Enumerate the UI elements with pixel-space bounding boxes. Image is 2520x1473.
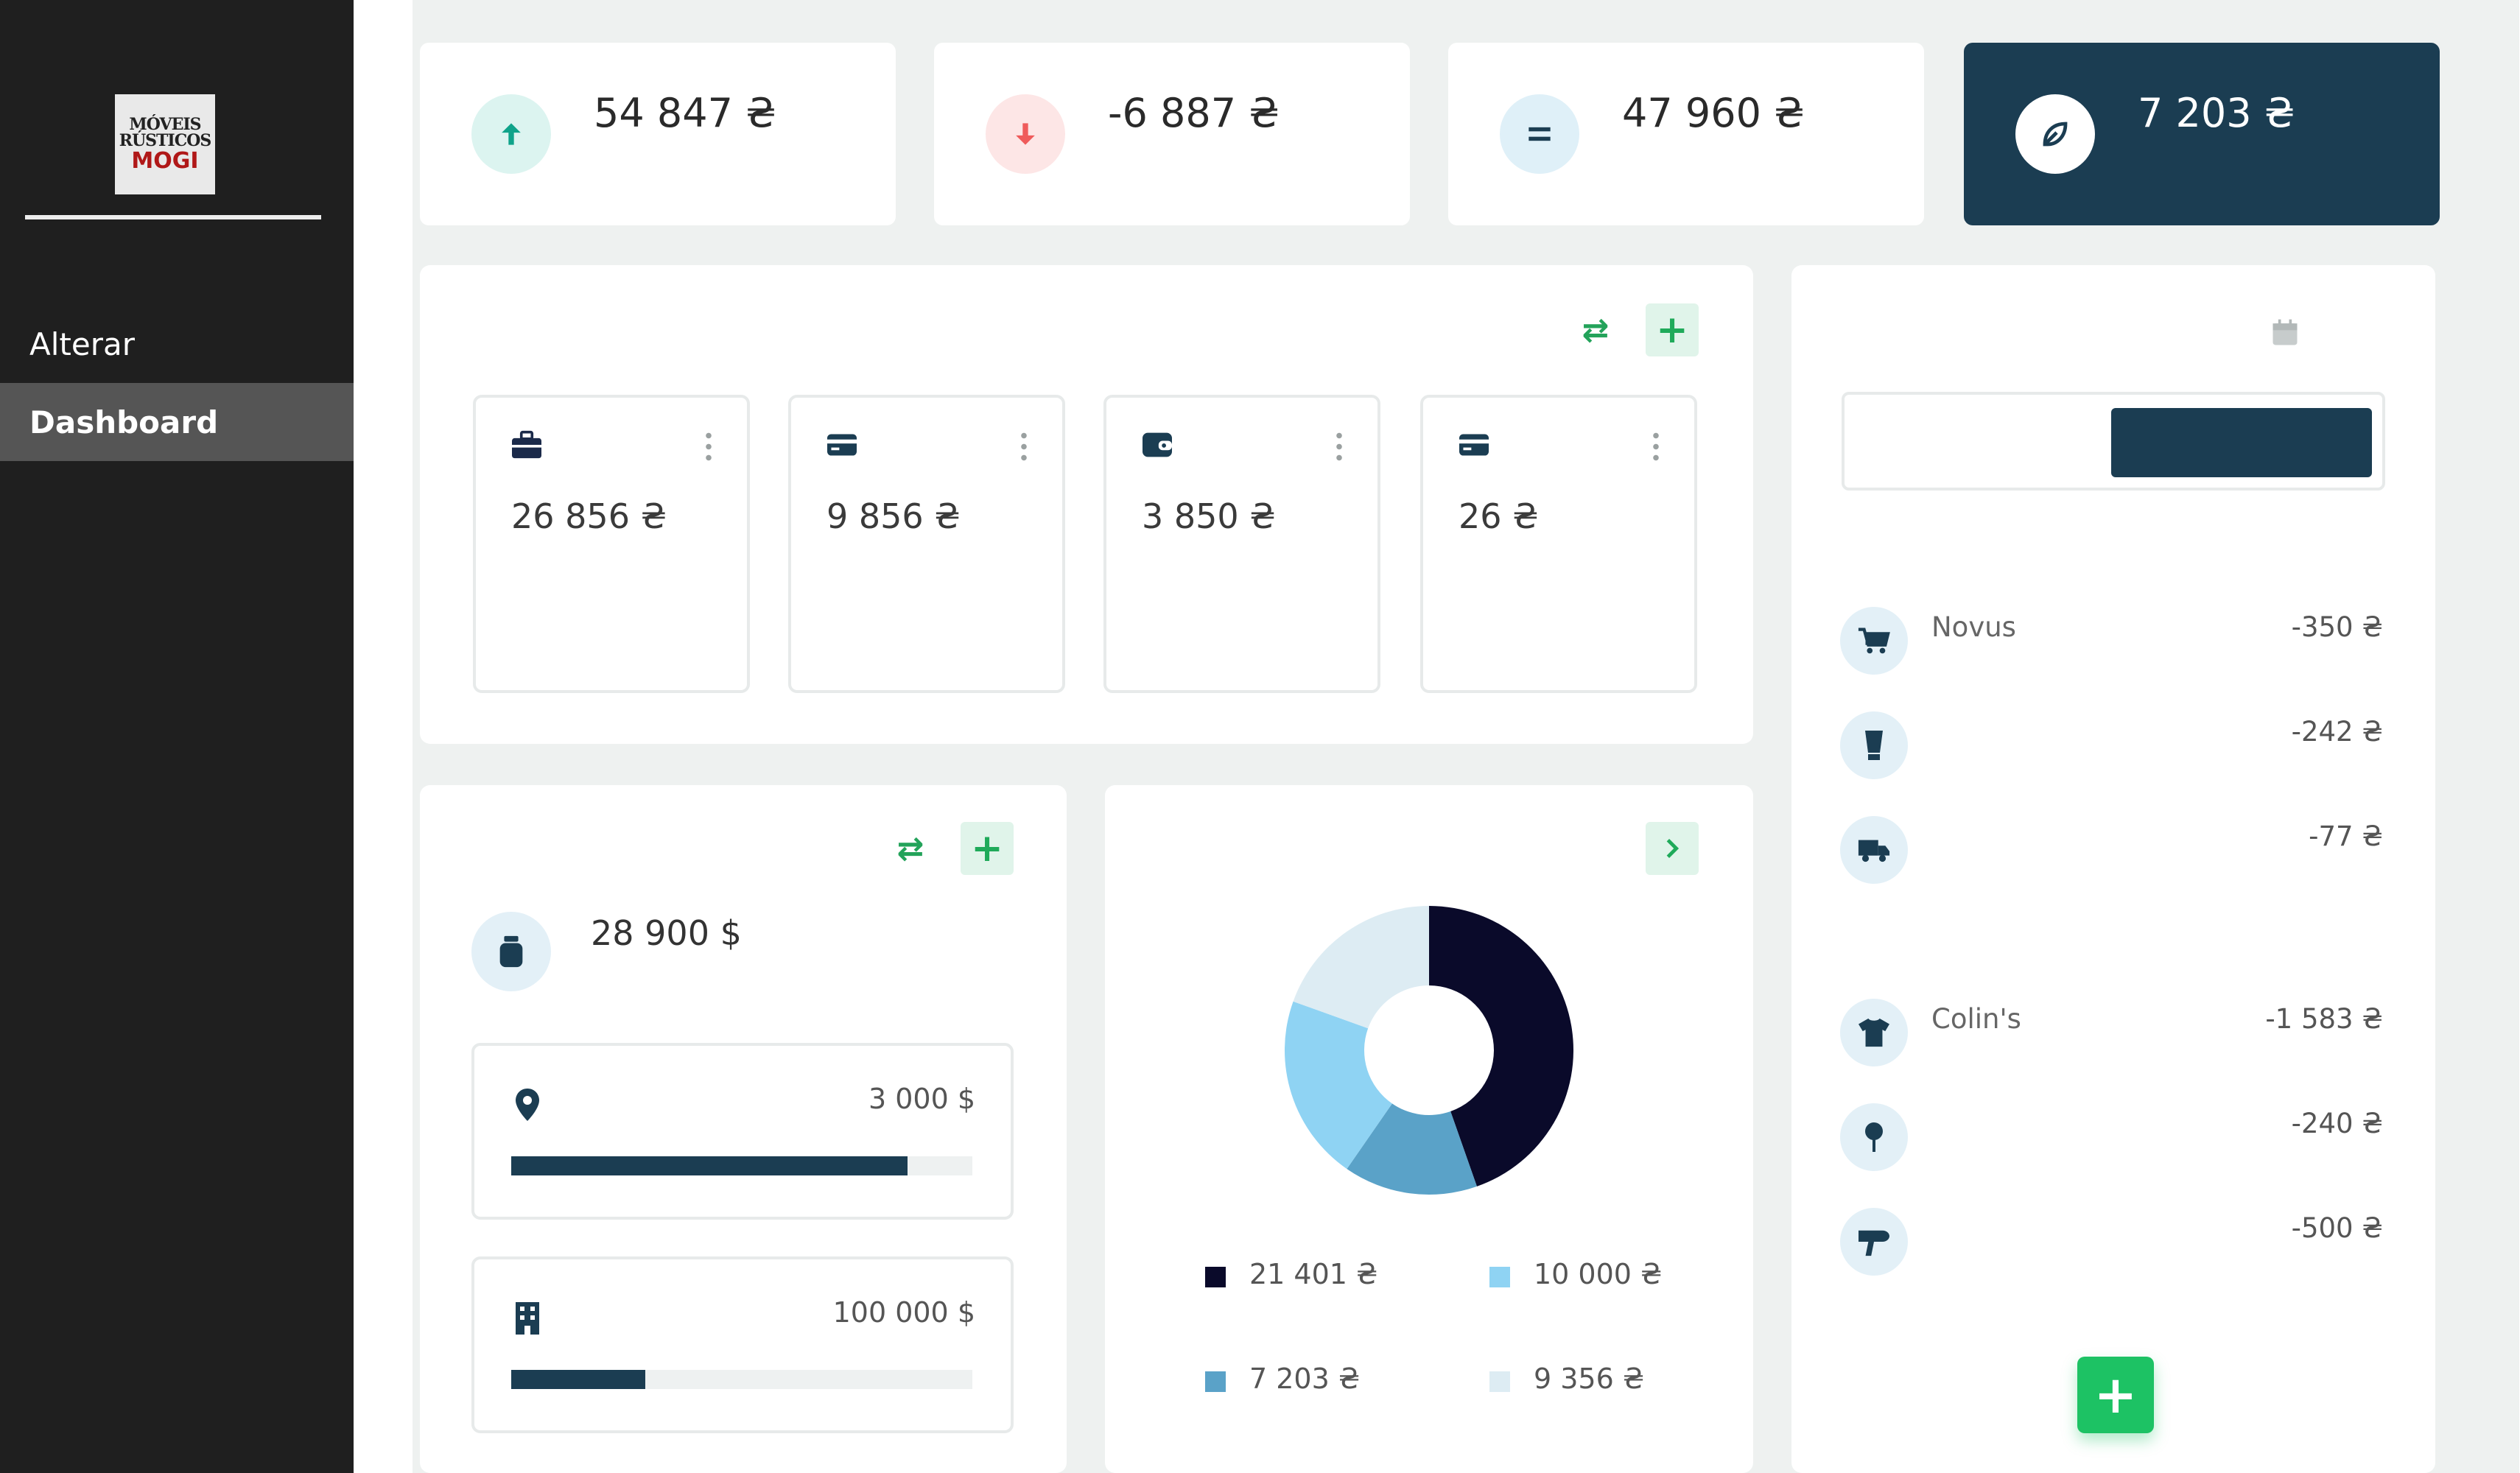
- account-balance: 26 856 ₴: [511, 496, 667, 536]
- transaction-amount: -77 ₴: [2309, 820, 2383, 852]
- stat-value: -6 887 ₴: [1108, 90, 1280, 136]
- transaction-amount: -1 583 ₴: [2265, 1003, 2383, 1035]
- savings-goal[interactable]: 100 000 $: [471, 1256, 1014, 1433]
- hair-dryer-icon: [1840, 1208, 1908, 1276]
- more-options-icon[interactable]: [1021, 430, 1027, 463]
- account-balance: 9 856 ₴: [826, 496, 961, 536]
- sidebar: MÓVEIS RÚSTICOS MOGI Alterar Dashboard: [0, 0, 354, 1473]
- more-options-icon[interactable]: [706, 430, 712, 463]
- stat-value: 47 960 ₴: [1622, 90, 1805, 136]
- sidebar-item-alterar[interactable]: Alterar: [0, 305, 354, 383]
- legend-swatch: [1205, 1267, 1226, 1287]
- shirt-icon: [1840, 999, 1908, 1066]
- card-icon: [1459, 434, 1489, 456]
- savings-goal[interactable]: 3 000 $: [471, 1043, 1014, 1220]
- truck-icon: [1840, 816, 1908, 884]
- calendar-icon[interactable]: [2269, 317, 2301, 349]
- stat-card-balance: 47 960 ₴: [1448, 43, 1924, 225]
- transaction-amount: -242 ₴: [2291, 716, 2383, 748]
- expense-donut-chart: [1285, 906, 1573, 1195]
- goal-progress-track: [511, 1156, 972, 1175]
- goal-progress-fill: [511, 1370, 645, 1389]
- legend-swatch: [1489, 1267, 1510, 1287]
- stat-card-savings: 7 203 ₴: [1964, 43, 2440, 225]
- transaction-amount: -500 ₴: [2291, 1212, 2383, 1244]
- chevron-right-icon[interactable]: [1646, 822, 1699, 875]
- swap-icon[interactable]: ⇄: [884, 822, 937, 875]
- add-goal-button[interactable]: +: [961, 822, 1014, 875]
- account-balance: 3 850 ₴: [1142, 496, 1276, 536]
- savings-total: 28 900 $: [591, 913, 742, 953]
- building-icon: [516, 1302, 539, 1335]
- legend-value: 9 356 ₴: [1534, 1363, 1645, 1395]
- period-toggle: [1842, 392, 2385, 491]
- cup-icon: [1840, 711, 1908, 779]
- brand-logo: MÓVEIS RÚSTICOS MOGI: [115, 94, 215, 194]
- pin-icon: [1840, 1103, 1908, 1171]
- account-tile[interactable]: 26 ₴: [1420, 395, 1697, 693]
- legend-swatch: [1205, 1371, 1226, 1392]
- stat-value: 7 203 ₴: [2138, 90, 2295, 136]
- wallet-icon: [1143, 432, 1172, 457]
- arrow-up-icon: [471, 94, 551, 174]
- briefcase-icon: [512, 430, 541, 459]
- stat-card-income: 54 847 ₴: [420, 43, 896, 225]
- transaction-amount: -240 ₴: [2291, 1108, 2383, 1139]
- goal-progress-fill: [511, 1156, 908, 1175]
- account-tile[interactable]: 9 856 ₴: [788, 395, 1065, 693]
- equals-icon: [1500, 94, 1579, 174]
- logo-line-1: MÓVEIS: [129, 115, 201, 134]
- card-icon: [827, 434, 857, 456]
- legend-value: 10 000 ₴: [1534, 1258, 1663, 1290]
- leaf-icon: [2015, 94, 2095, 174]
- account-balance: 26 ₴: [1459, 496, 1539, 536]
- sidebar-item-dashboard[interactable]: Dashboard: [0, 383, 354, 461]
- goal-progress-track: [511, 1370, 972, 1389]
- arrow-down-icon: [986, 94, 1065, 174]
- cart-icon: [1840, 607, 1908, 675]
- transaction-amount: -350 ₴: [2291, 611, 2383, 643]
- location-pin-icon: [516, 1089, 539, 1121]
- stat-card-expense: -6 887 ₴: [934, 43, 1410, 225]
- account-tile[interactable]: 26 856 ₴: [473, 395, 750, 693]
- transaction-name: Novus: [1931, 611, 2016, 643]
- legend-value: 21 401 ₴: [1249, 1258, 1378, 1290]
- logo-line-2: RÚSTICOS: [119, 131, 212, 150]
- legend-value: 7 203 ₴: [1249, 1363, 1361, 1395]
- jar-icon: [471, 912, 551, 991]
- goal-amount: 3 000 $: [868, 1083, 975, 1115]
- logo-line-3: MOGI: [131, 148, 199, 174]
- more-options-icon[interactable]: [1336, 430, 1342, 463]
- period-toggle-active[interactable]: [2111, 408, 2372, 477]
- logo-divider: [25, 215, 321, 219]
- legend-swatch: [1489, 1371, 1510, 1392]
- transaction-name: Colin's: [1931, 1003, 2021, 1035]
- add-account-button[interactable]: +: [1646, 303, 1699, 356]
- add-transaction-button[interactable]: +: [2077, 1357, 2154, 1433]
- goal-amount: 100 000 $: [832, 1296, 975, 1329]
- stat-value: 54 847 ₴: [594, 90, 776, 136]
- swap-icon[interactable]: ⇄: [1569, 303, 1622, 356]
- more-options-icon[interactable]: [1653, 430, 1659, 463]
- account-tile[interactable]: 3 850 ₴: [1103, 395, 1380, 693]
